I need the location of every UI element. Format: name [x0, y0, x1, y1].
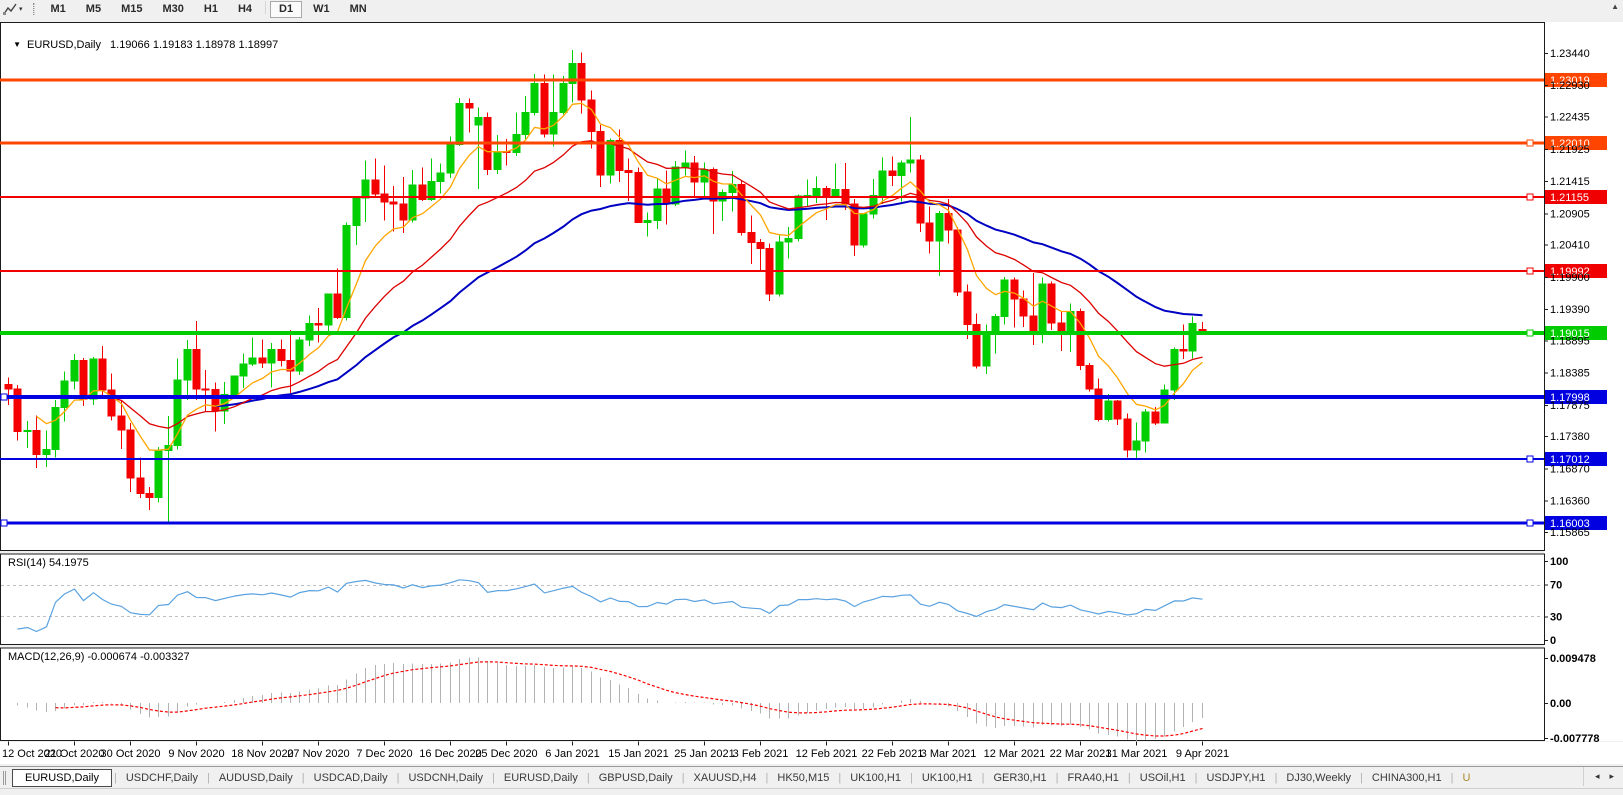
svg-text:18 Nov 2020: 18 Nov 2020 [231, 748, 293, 760]
svg-text:3 Mar 2021: 3 Mar 2021 [921, 748, 977, 760]
rsi-indicator-label: RSI(14) 54.1975 [8, 557, 89, 569]
svg-text:16 Dec 2020: 16 Dec 2020 [419, 748, 481, 760]
svg-text:22 Feb 2021: 22 Feb 2021 [862, 748, 924, 760]
chart-tab-0-eurusd-daily[interactable]: EURUSD,Daily [12, 769, 112, 787]
chart-ohlc-values: 1.19066 1.19183 1.18978 1.18997 [110, 39, 278, 51]
chart-tab-13-usoil-h1[interactable]: USOil,H1 [1131, 769, 1195, 787]
chart-tab-7-xauusd-h4[interactable]: XAUUSD,H4 [685, 769, 766, 787]
svg-text:1.17875: 1.17875 [1550, 400, 1590, 412]
line-handle-icon[interactable] [1, 520, 7, 526]
svg-text:3 Feb 2021: 3 Feb 2021 [733, 748, 789, 760]
svg-text:6 Jan 2021: 6 Jan 2021 [545, 748, 599, 760]
chart-tab-4-usdcnh-daily[interactable]: USDCNH,Daily [399, 769, 492, 787]
chart-tab-5-eurusd-daily[interactable]: EURUSD,Daily [495, 769, 587, 787]
tab-scroll-arrows: ◂ ▸ [1583, 767, 1623, 786]
chart-tab-8-hk50-m15[interactable]: HK50,M15 [768, 769, 838, 787]
chart-tab-14-usdjpy-h1[interactable]: USDJPY,H1 [1197, 769, 1274, 787]
chart-tab-16-china300-h1[interactable]: CHINA300,H1 [1363, 769, 1451, 787]
line-handle-icon[interactable] [1527, 194, 1533, 200]
chart-symbol-label: EURUSD,Daily [27, 39, 101, 51]
svg-text:22 Mar 2021: 22 Mar 2021 [1050, 748, 1112, 760]
svg-text:0.009478: 0.009478 [1550, 653, 1596, 665]
trading-platform-window: { "window": {"collapse_arrow": "▲"}, "to… [0, 0, 1623, 795]
chart-canvas[interactable]: 1.230191.220101.211551.199921.190151.179… [0, 0, 1623, 766]
svg-text:1.19900: 1.19900 [1550, 272, 1590, 284]
chart-tab-3-usdcad-daily[interactable]: USDCAD,Daily [305, 769, 397, 787]
svg-text:1.16870: 1.16870 [1550, 463, 1590, 475]
chart-panels [0, 22, 1623, 764]
svg-text:0: 0 [1550, 635, 1556, 647]
chart-tab-2-audusd-daily[interactable]: AUDUSD,Daily [210, 769, 302, 787]
svg-text:1.21925: 1.21925 [1550, 144, 1590, 156]
svg-text:100: 100 [1550, 556, 1568, 568]
chart-tab-11-ger30-h1[interactable]: GER30,H1 [984, 769, 1055, 787]
svg-text:21 Oct 2020: 21 Oct 2020 [45, 748, 105, 760]
svg-text:9 Apr 2021: 9 Apr 2021 [1176, 748, 1229, 760]
chart-title: ▼ EURUSD,Daily 1.19066 1.19183 1.18978 1.1… [7, 27, 278, 51]
line-handle-icon[interactable] [1527, 520, 1533, 526]
chart-tab-9-uk100-h1[interactable]: UK100,H1 [841, 769, 910, 787]
svg-text:-0.007778: -0.007778 [1550, 733, 1600, 745]
svg-text:1.16360: 1.16360 [1550, 496, 1590, 508]
svg-text:1.22930: 1.22930 [1550, 80, 1590, 92]
chart-tab-10-uk100-h1[interactable]: UK100,H1 [913, 769, 982, 787]
chart-tab-bar: EURUSD,Daily|USDCHF,Daily|AUDUSD,Daily|U… [0, 766, 1623, 789]
svg-text:12 Mar 2021: 12 Mar 2021 [984, 748, 1046, 760]
svg-text:1.22435: 1.22435 [1550, 112, 1590, 124]
line-handle-icon[interactable] [1527, 456, 1533, 462]
chart-tab-17-u[interactable]: U [1453, 769, 1479, 787]
svg-text:25 Dec 2020: 25 Dec 2020 [475, 748, 537, 760]
svg-text:15 Jan 2021: 15 Jan 2021 [608, 748, 669, 760]
svg-text:70: 70 [1550, 580, 1562, 592]
svg-text:30: 30 [1550, 611, 1562, 623]
svg-text:1.19390: 1.19390 [1550, 304, 1590, 316]
tabbar-grip[interactable] [3, 771, 6, 785]
svg-text:30 Oct 2020: 30 Oct 2020 [101, 748, 161, 760]
svg-text:1.20905: 1.20905 [1550, 208, 1590, 220]
tab-scroll-right-button[interactable]: ▸ [1604, 771, 1619, 782]
price-badge-1-21155: 1.21155 [1550, 192, 1589, 204]
tab-scroll-left-button[interactable]: ◂ [1590, 771, 1605, 782]
chart-tab-1-usdchf-daily[interactable]: USDCHF,Daily [117, 769, 207, 787]
chart-tab-15-dj30-weekly[interactable]: DJ30,Weekly [1277, 769, 1360, 787]
chart-dropdown-icon[interactable]: ▼ [13, 40, 21, 49]
svg-text:1.17380: 1.17380 [1550, 431, 1590, 443]
svg-text:1.20410: 1.20410 [1550, 240, 1590, 252]
line-handle-icon[interactable] [1527, 268, 1533, 274]
svg-text:0.00: 0.00 [1550, 698, 1571, 710]
chart-tabs: EURUSD,Daily|USDCHF,Daily|AUDUSD,Daily|U… [12, 767, 1479, 788]
svg-text:9 Nov 2020: 9 Nov 2020 [168, 748, 224, 760]
svg-text:1.21415: 1.21415 [1550, 176, 1590, 188]
line-handle-icon[interactable] [1527, 330, 1533, 336]
macd-indicator-label: MACD(12,26,9) -0.000674 -0.003327 [8, 651, 190, 663]
svg-text:27 Nov 2020: 27 Nov 2020 [287, 748, 349, 760]
svg-text:1.18895: 1.18895 [1550, 335, 1590, 347]
svg-text:1.15865: 1.15865 [1550, 527, 1590, 539]
chart-tab-12-fra40-h1[interactable]: FRA40,H1 [1059, 769, 1128, 787]
line-handle-icon[interactable] [1, 394, 7, 400]
line-handle-icon[interactable] [1527, 140, 1533, 146]
svg-text:1.18385: 1.18385 [1550, 368, 1590, 380]
svg-text:7 Dec 2020: 7 Dec 2020 [356, 748, 412, 760]
svg-text:12 Feb 2021: 12 Feb 2021 [796, 748, 858, 760]
chart-tab-6-gbpusd-daily[interactable]: GBPUSD,Daily [590, 769, 682, 787]
svg-text:31 Mar 2021: 31 Mar 2021 [1106, 748, 1168, 760]
svg-text:1.23440: 1.23440 [1550, 48, 1590, 60]
svg-text:25 Jan 2021: 25 Jan 2021 [674, 748, 735, 760]
